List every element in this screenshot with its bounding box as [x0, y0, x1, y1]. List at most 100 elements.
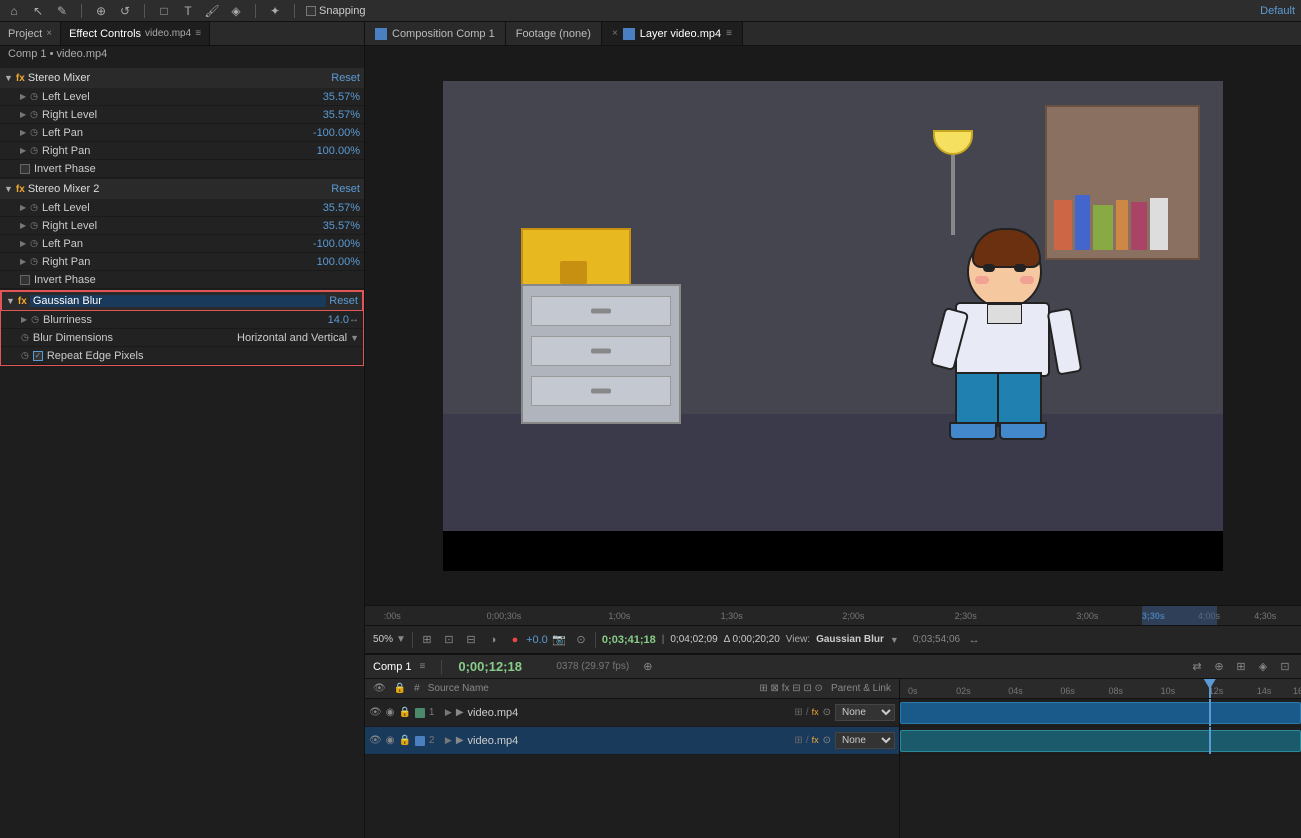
text-icon[interactable]: T [180, 3, 196, 19]
param-left-pan-2-watch[interactable]: ◷ [30, 238, 38, 249]
record-icon[interactable]: ⊙ [573, 632, 589, 648]
layer-1-solo[interactable]: ◉ [386, 707, 395, 718]
pen-icon[interactable]: ✎ [54, 3, 70, 19]
layer-2-switch-1[interactable]: ⊞ [794, 735, 802, 746]
camera-icon[interactable]: 📷 [551, 632, 567, 648]
layer-1-expand[interactable]: ▶ [445, 707, 452, 718]
puppet-icon[interactable]: ✦ [267, 3, 283, 19]
toolbar-sep-3 [255, 4, 256, 18]
layer-2-play[interactable]: ▶ [456, 735, 464, 746]
view-dropdown[interactable]: ▼ [890, 635, 899, 645]
select-icon[interactable]: ↖ [30, 3, 46, 19]
fx-stereo-mixer-2-header[interactable]: ▼ fx Stereo Mixer 2 Reset [0, 179, 364, 199]
layer-2-lock[interactable]: 🔒 [398, 735, 410, 746]
char-eye-left [983, 264, 995, 272]
tl-clip-1[interactable] [900, 702, 1301, 724]
fx-stereo-mixer-1-header[interactable]: ▼ fx Stereo Mixer Reset [0, 68, 364, 88]
fx-stereo-mixer-2-name: Stereo Mixer 2 [28, 183, 328, 195]
fx-gaussian-blur-reset[interactable]: Reset [329, 295, 358, 307]
zoom-icon[interactable]: ⊕ [93, 3, 109, 19]
snap-viewer-icon[interactable]: ↔ [966, 632, 982, 648]
param-right-level-2-value[interactable]: 35.57% [323, 220, 360, 232]
param-right-pan-1-value[interactable]: 100.00% [317, 145, 360, 157]
layer-1-parent-select[interactable]: None [835, 704, 895, 721]
blur-dimensions-dropdown[interactable]: Horizontal and Vertical ▼ [237, 332, 359, 344]
layer-1-play[interactable]: ▶ [456, 707, 464, 718]
tl-link-icon[interactable]: ⇄ [1189, 659, 1205, 675]
tl-graph-icon[interactable]: ⊡ [1277, 659, 1293, 675]
layer-1-switch-1[interactable]: ⊞ [794, 707, 802, 718]
home-icon[interactable]: ⌂ [6, 3, 22, 19]
tl-align-icon[interactable]: ⊞ [1233, 659, 1249, 675]
book-4 [1116, 200, 1128, 250]
layer-2-vis[interactable]: 👁 [369, 735, 382, 746]
layer-2-parent-select[interactable]: None [835, 732, 895, 749]
tab-effect-controls[interactable]: Effect Controls video.mp4 ≡ [61, 22, 210, 45]
param-left-pan-2-value[interactable]: -100.00% [313, 238, 360, 250]
param-left-level-2-watch[interactable]: ◷ [30, 202, 38, 213]
grid-icon[interactable]: ⊟ [463, 632, 479, 648]
invert-phase-2-checkbox[interactable] [20, 275, 30, 285]
tl-motion-icon[interactable]: ⊕ [1211, 659, 1227, 675]
invert-phase-2-label: Invert Phase [34, 274, 96, 286]
char-hair [972, 228, 1041, 268]
fx-stereo-mixer-2-reset[interactable]: Reset [331, 183, 360, 195]
tl-fx-tool-icon[interactable]: ◈ [1255, 659, 1271, 675]
fx-gaussian-blur-header[interactable]: ▼ fx Gaussian Blur Reset [1, 291, 363, 311]
param-left-level-1-watch[interactable]: ◷ [30, 91, 38, 102]
layer-2-expand[interactable]: ▶ [445, 735, 452, 746]
param-left-pan-1-watch[interactable]: ◷ [30, 127, 38, 138]
param-blur-dim-watch[interactable]: ◷ [21, 332, 29, 343]
tab-footage[interactable]: Footage (none) [506, 22, 602, 45]
snapping-checkbox[interactable] [306, 6, 316, 16]
param-blurriness-arrow: ▶ [21, 315, 27, 324]
display-time: 0;03;54;06 [913, 634, 960, 645]
repeat-edge-checkbox[interactable]: ✓ [33, 351, 43, 361]
fx-gaussian-blur-arrow: ▼ [6, 296, 15, 306]
param-right-level-1-value[interactable]: 35.57% [323, 109, 360, 121]
tab-project-close[interactable]: × [46, 28, 52, 39]
param-right-pan-1-watch[interactable]: ◷ [30, 145, 38, 156]
flow-icon[interactable]: +0.0 [529, 632, 545, 648]
layer-1-fx-icon[interactable]: fx [812, 707, 819, 718]
layer-1-lock[interactable]: 🔒 [398, 707, 410, 718]
zoom-value: 50% [373, 634, 393, 645]
zoom-dropdown-arrow[interactable]: ▼ [396, 634, 406, 645]
tab-project[interactable]: Project × [0, 22, 61, 45]
timeline-timecode[interactable]: 0;00;12;18 [458, 659, 548, 674]
param-left-pan-1-value[interactable]: -100.00% [313, 127, 360, 139]
tab-layer[interactable]: × Layer video.mp4 ≡ [602, 22, 743, 45]
param-blurriness-watch[interactable]: ◷ [31, 314, 39, 325]
layer-1-vis[interactable]: 👁 [369, 707, 382, 718]
channel-icon[interactable]: ◑ [485, 632, 501, 648]
brush-icon[interactable]: 🖌 [204, 3, 220, 19]
tab-layer-label: Layer video.mp4 [640, 28, 721, 40]
timeline-menu[interactable]: ≡ [420, 661, 426, 672]
books [1054, 160, 1190, 251]
param-right-level-1-watch[interactable]: ◷ [30, 109, 38, 120]
fit-icon[interactable]: ⊞ [419, 632, 435, 648]
resize-handle[interactable]: ↔ [349, 314, 359, 325]
timeline-search[interactable]: ⊕ [643, 660, 652, 673]
layer-2-fx-icon[interactable]: fx [812, 735, 819, 746]
tab-composition[interactable]: Composition Comp 1 [365, 22, 506, 45]
param-left-level-1-value[interactable]: 35.57% [323, 91, 360, 103]
rotate-icon[interactable]: ↺ [117, 3, 133, 19]
param-repeat-watch[interactable]: ◷ [21, 350, 29, 361]
tab-effect-menu[interactable]: ≡ [195, 28, 201, 39]
tab-layer-close[interactable]: × [612, 28, 618, 39]
safe-zone-icon[interactable]: ⊡ [441, 632, 457, 648]
stamp-icon[interactable]: ◈ [228, 3, 244, 19]
layer-2-solo[interactable]: ◉ [386, 735, 395, 746]
invert-phase-1-checkbox[interactable] [20, 164, 30, 174]
tl-clip-2[interactable] [900, 730, 1301, 752]
param-left-level-2-value[interactable]: 35.57% [323, 202, 360, 214]
shape-icon[interactable]: □ [156, 3, 172, 19]
tab-layer-menu[interactable]: ≡ [726, 28, 732, 39]
color-icon[interactable]: ● [507, 632, 523, 648]
param-right-level-2-watch[interactable]: ◷ [30, 220, 38, 231]
param-right-pan-2-watch[interactable]: ◷ [30, 256, 38, 267]
fx-stereo-mixer-1-reset[interactable]: Reset [331, 72, 360, 84]
param-blurriness-value[interactable]: 14.0 [328, 314, 349, 326]
param-right-pan-2-value[interactable]: 100.00% [317, 256, 360, 268]
